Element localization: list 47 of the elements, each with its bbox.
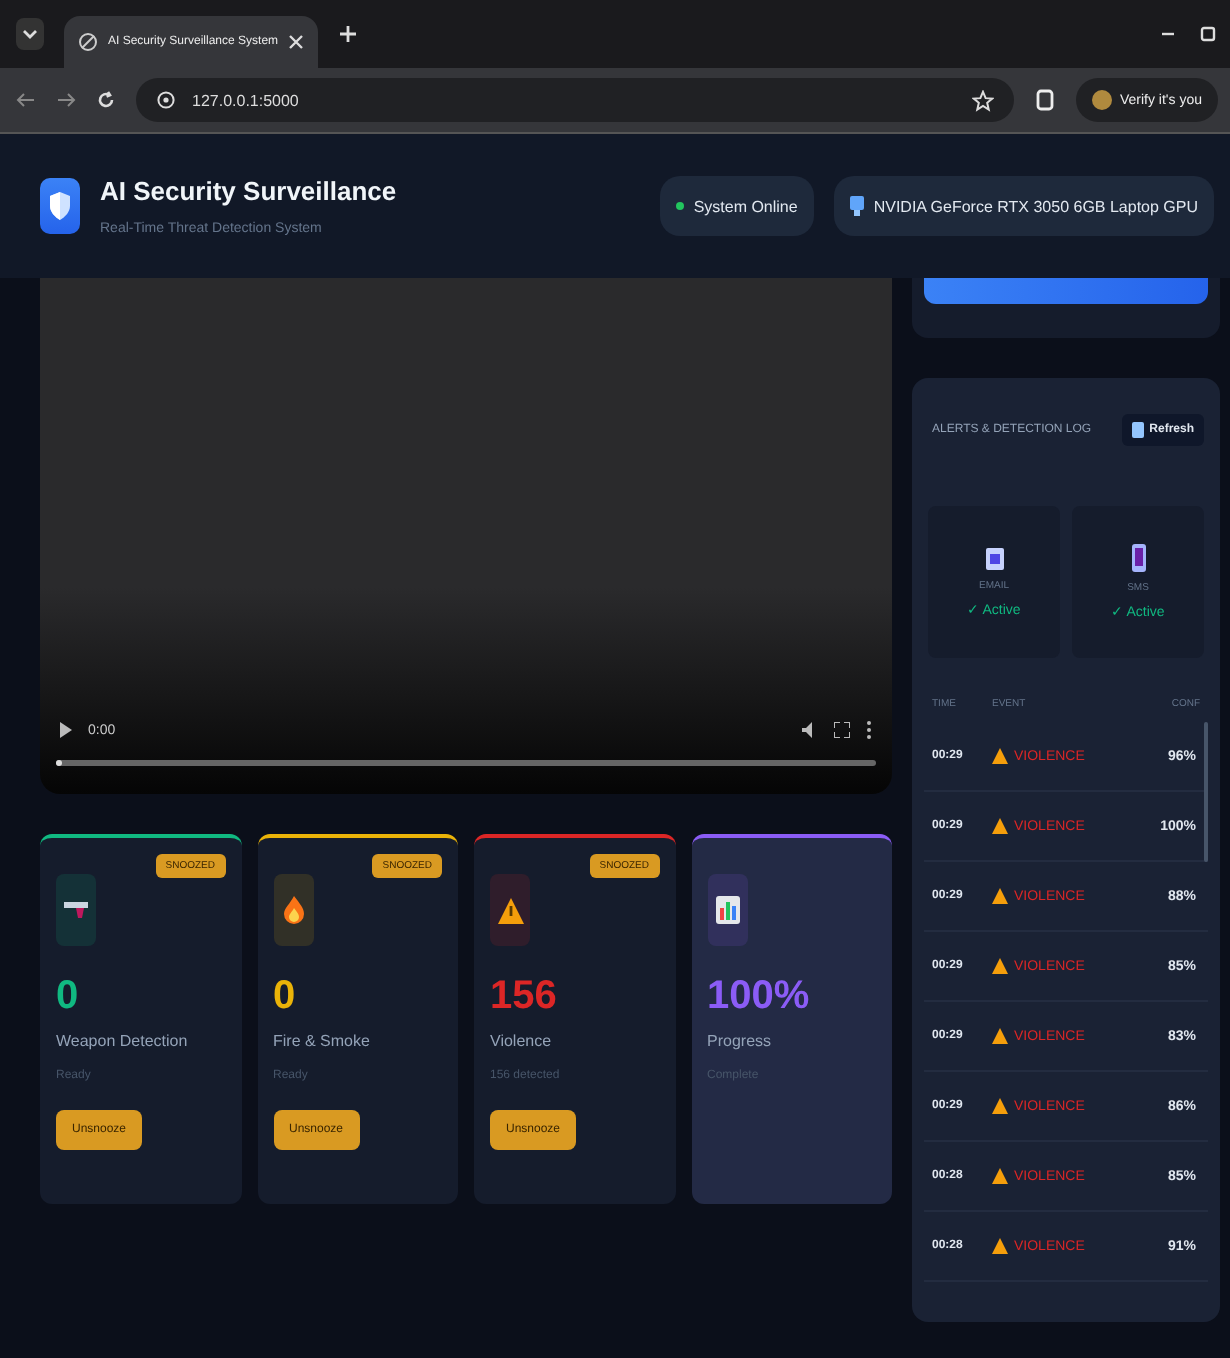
video-progress-bar[interactable] xyxy=(56,760,62,766)
tab-search-button[interactable] xyxy=(16,18,44,50)
warning-icon xyxy=(992,1098,1008,1114)
gpu-icon xyxy=(849,196,864,216)
stat-label: Violence xyxy=(490,1032,554,1050)
logo-icon xyxy=(40,178,80,234)
back-icon[interactable] xyxy=(16,90,36,110)
warning-icon xyxy=(992,748,1008,764)
reload-icon[interactable] xyxy=(96,90,116,110)
more-icon[interactable] xyxy=(866,720,872,740)
warning-icon xyxy=(992,1028,1008,1044)
chart-icon xyxy=(707,874,747,946)
stat-label: Progress xyxy=(707,1032,774,1050)
stat-value: 0 xyxy=(56,974,81,1020)
volume-icon[interactable] xyxy=(802,722,818,738)
warning-icon xyxy=(992,888,1008,904)
warning-icon xyxy=(992,1238,1008,1254)
chevron-down-icon xyxy=(22,26,38,42)
new-tab-icon[interactable] xyxy=(338,24,359,44)
close-icon[interactable] xyxy=(288,34,305,50)
status-text: System Online xyxy=(693,197,798,215)
stat-label: Fire & Smoke xyxy=(273,1032,372,1050)
url-field[interactable]: 127.0.0.1:5000 xyxy=(136,78,1014,122)
play-icon[interactable] xyxy=(60,722,72,738)
warning-icon xyxy=(490,874,530,946)
stat-value: 100% xyxy=(707,974,812,1020)
status-dot-icon xyxy=(675,202,684,210)
fullscreen-icon[interactable] xyxy=(834,722,850,738)
phone-icon xyxy=(1131,544,1145,572)
avatar-icon xyxy=(1091,90,1112,110)
stat-label: Weapon Detection xyxy=(56,1032,190,1050)
maximize-icon[interactable] xyxy=(1198,24,1218,44)
warning-icon xyxy=(992,1168,1008,1184)
warning-icon xyxy=(992,818,1008,834)
stat-value: 156 xyxy=(490,974,559,1020)
gpu-name: NVIDIA GeForce RTX 3050 6GB Laptop GPU xyxy=(873,197,1198,215)
forward-icon[interactable] xyxy=(56,90,76,110)
site-info-icon xyxy=(156,90,176,110)
app-title: AI Security Surveillance xyxy=(100,176,397,206)
extension-icon[interactable] xyxy=(1033,88,1056,112)
flame-icon xyxy=(273,874,313,946)
warning-icon xyxy=(992,958,1008,974)
scrollbar[interactable] xyxy=(1204,722,1208,862)
stat-value: 0 xyxy=(273,974,298,1020)
envelope-icon xyxy=(985,547,1003,569)
refresh-icon xyxy=(1131,422,1144,438)
star-icon[interactable] xyxy=(971,89,994,111)
